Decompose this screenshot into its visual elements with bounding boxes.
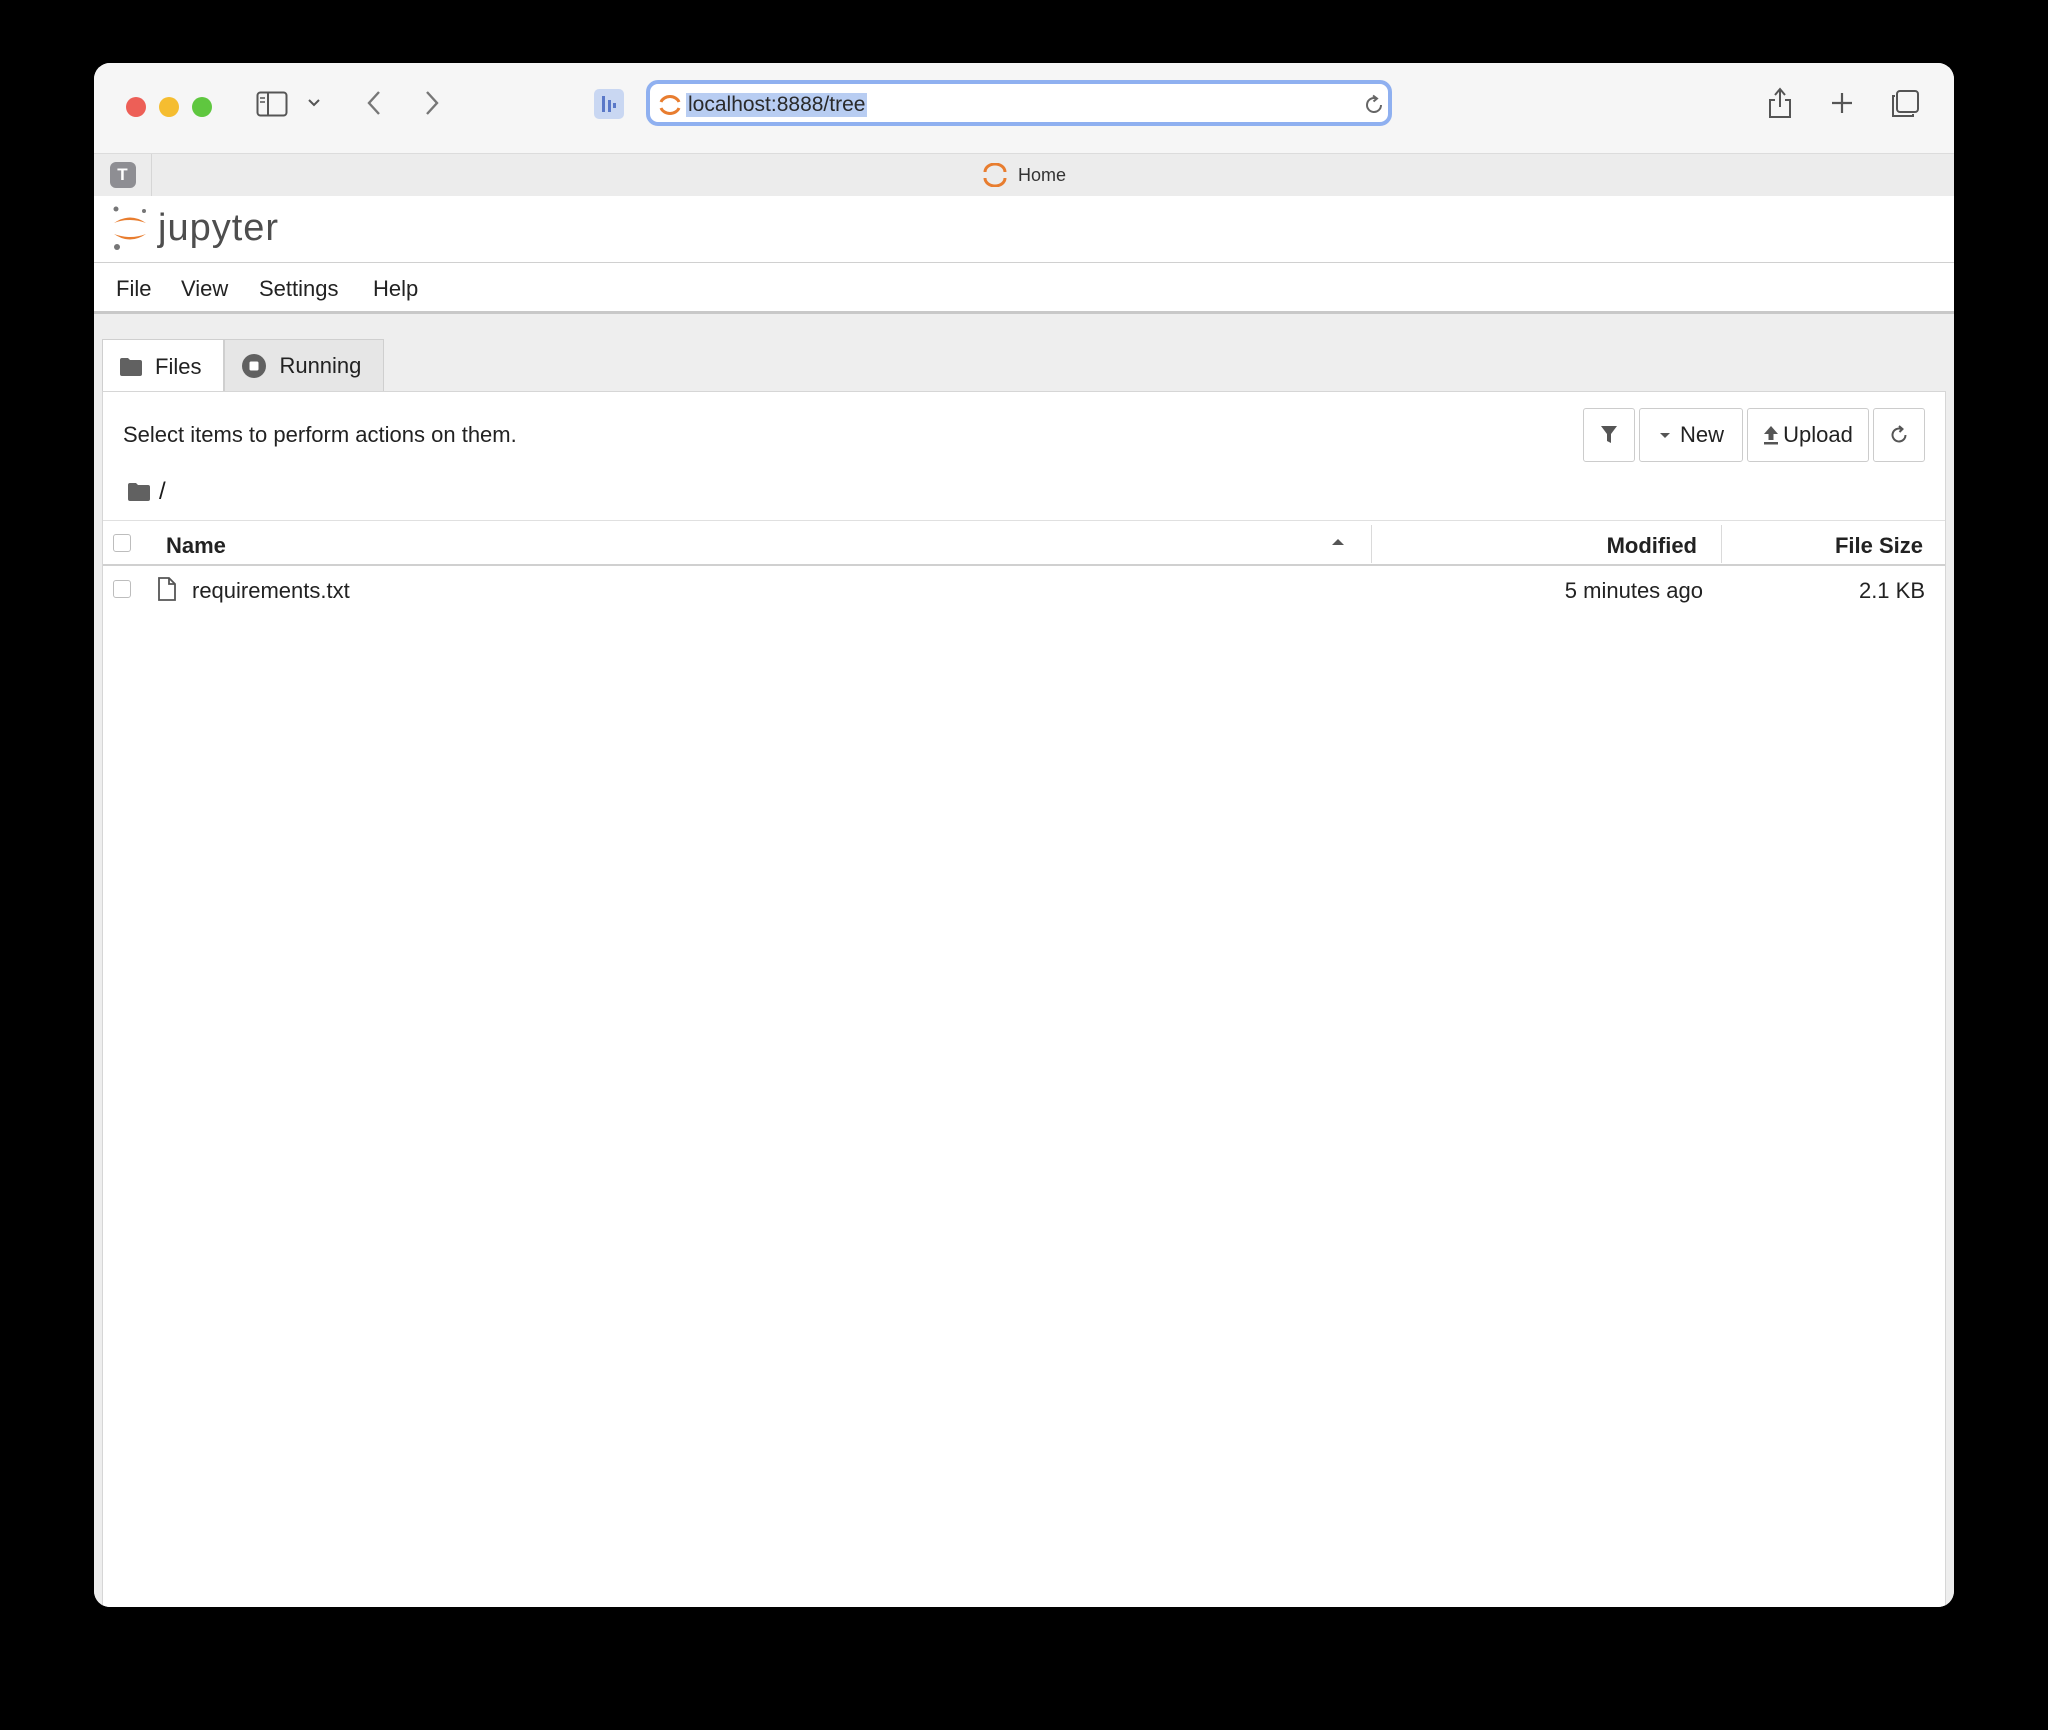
tab-files-label: Files bbox=[155, 353, 202, 379]
menu-settings[interactable]: Settings bbox=[259, 276, 339, 302]
tab-running[interactable]: Running bbox=[224, 339, 385, 391]
minimize-window-button[interactable] bbox=[159, 97, 179, 117]
tab-running-label: Running bbox=[279, 352, 362, 378]
browser-toolbar: localhost:8888/tree bbox=[94, 63, 1954, 153]
active-browser-tab: Home bbox=[94, 154, 1954, 196]
jupyter-tab-favicon-icon bbox=[982, 163, 1008, 187]
menu-view[interactable]: View bbox=[181, 276, 228, 302]
file-size: 2.1 KB bbox=[1858, 578, 1925, 603]
extension-icon[interactable] bbox=[594, 89, 624, 119]
tab-files[interactable]: Files bbox=[102, 339, 225, 393]
column-modified[interactable]: Modified bbox=[1607, 533, 1697, 559]
sort-ascending-icon[interactable] bbox=[1331, 537, 1345, 547]
close-window-button[interactable] bbox=[126, 97, 146, 117]
stop-circle-icon bbox=[241, 353, 267, 379]
jupyter-logo[interactable]: jupyter bbox=[110, 204, 279, 252]
sidebar-toggle-icon[interactable] bbox=[254, 89, 290, 119]
upload-button-label: Upload bbox=[1783, 422, 1853, 447]
refresh-icon bbox=[1891, 425, 1907, 443]
file-name[interactable]: requirements.txt bbox=[192, 578, 350, 604]
share-icon[interactable] bbox=[1764, 85, 1796, 121]
jupyter-page: jupyter File View Settings Help Files Ru… bbox=[94, 196, 1954, 1607]
caret-down-icon bbox=[1659, 433, 1670, 438]
jupyter-wordmark: jupyter bbox=[158, 206, 280, 249]
browser-window: localhost:8888/tree T Home jupyter File … bbox=[94, 63, 1954, 1607]
back-arrow-icon[interactable] bbox=[360, 87, 388, 119]
new-button-label: New bbox=[1679, 422, 1724, 447]
breadcrumb: / bbox=[127, 478, 166, 506]
menu-file[interactable]: File bbox=[116, 276, 151, 302]
upload-button[interactable]: Upload bbox=[1747, 408, 1869, 462]
filter-icon bbox=[1601, 426, 1617, 443]
pinned-tab[interactable]: T bbox=[94, 154, 152, 196]
folder-icon bbox=[119, 357, 143, 377]
file-row[interactable]: requirements.txt 5 minutes ago 2.1 KB bbox=[103, 566, 1945, 612]
new-button[interactable]: New bbox=[1639, 408, 1743, 462]
jupyter-favicon-icon bbox=[658, 93, 682, 117]
breadcrumb-root[interactable]: / bbox=[159, 478, 166, 506]
jupyter-header: jupyter bbox=[94, 196, 1954, 263]
url-text[interactable]: localhost:8888/tree bbox=[686, 93, 868, 117]
pinned-tab-letter: T bbox=[109, 162, 136, 188]
file-browser-tabs: Files Running bbox=[102, 339, 385, 393]
file-row-checkbox[interactable] bbox=[113, 580, 131, 598]
text-file-icon bbox=[157, 577, 177, 601]
upload-icon bbox=[1764, 426, 1779, 445]
zoom-window-button[interactable] bbox=[192, 97, 212, 117]
tab-title[interactable]: Home bbox=[1018, 165, 1066, 186]
file-browser-panel: Select items to perform actions on them.… bbox=[102, 391, 1946, 1607]
browser-tab-strip: T Home bbox=[94, 153, 1954, 197]
menu-bar: File View Settings Help bbox=[94, 263, 1954, 314]
column-name[interactable]: Name bbox=[166, 533, 226, 559]
breadcrumb-folder-icon[interactable] bbox=[127, 482, 151, 502]
tab-overview-icon[interactable] bbox=[1888, 87, 1922, 121]
column-separator[interactable] bbox=[1721, 525, 1722, 563]
selection-message: Select items to perform actions on them. bbox=[123, 422, 517, 447]
address-bar[interactable]: localhost:8888/tree bbox=[646, 80, 1392, 126]
filter-button[interactable] bbox=[1583, 408, 1635, 462]
jupyter-logo-icon bbox=[113, 206, 146, 250]
menu-help[interactable]: Help bbox=[373, 276, 418, 302]
reload-icon[interactable] bbox=[1362, 93, 1386, 117]
select-all-checkbox[interactable] bbox=[113, 534, 131, 552]
new-tab-plus-icon[interactable] bbox=[1826, 87, 1858, 119]
forward-arrow-icon[interactable] bbox=[418, 87, 446, 119]
file-list-header: Name Modified File Size bbox=[103, 520, 1945, 566]
file-modified: 5 minutes ago bbox=[1564, 578, 1703, 603]
column-separator[interactable] bbox=[1371, 525, 1372, 563]
column-file-size[interactable]: File Size bbox=[1835, 533, 1923, 559]
refresh-button[interactable] bbox=[1873, 408, 1925, 462]
chevron-down-icon[interactable] bbox=[304, 93, 324, 113]
